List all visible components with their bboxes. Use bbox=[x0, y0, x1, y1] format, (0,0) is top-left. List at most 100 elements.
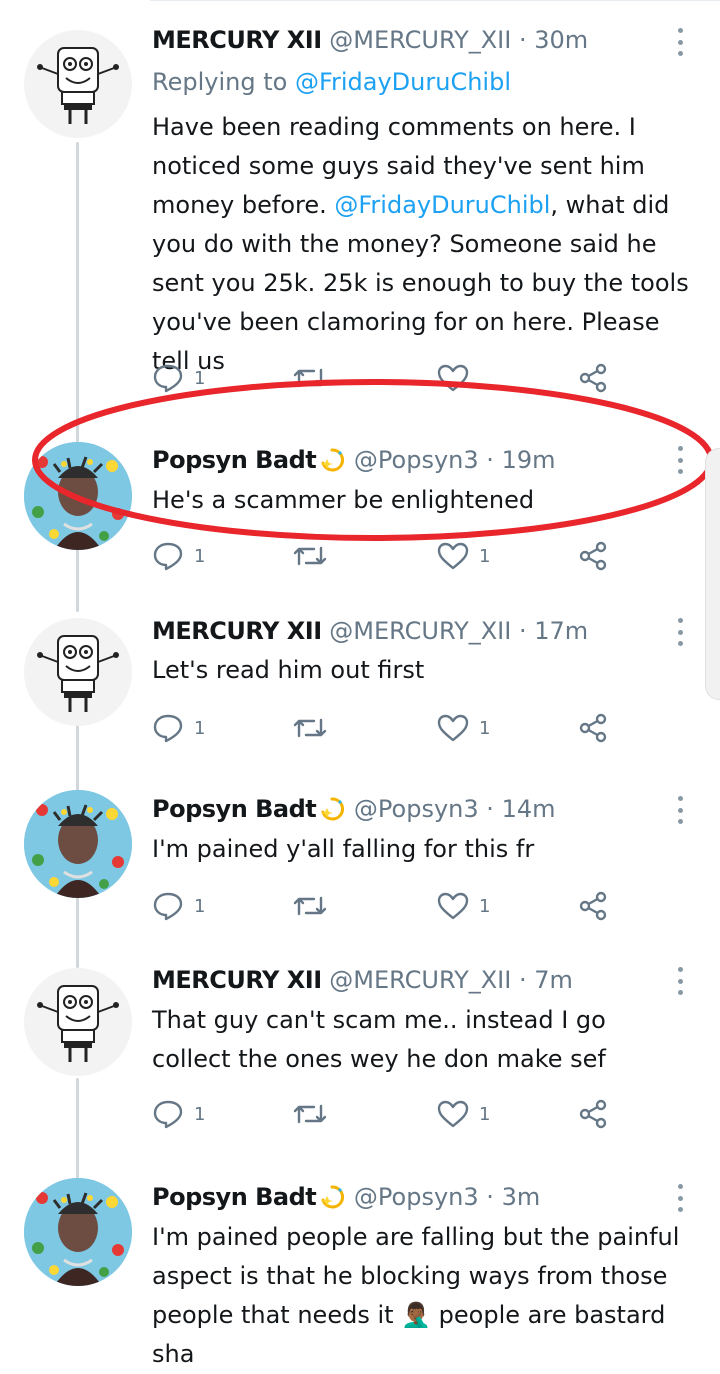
user-handle[interactable]: @MERCURY_XII bbox=[329, 966, 511, 994]
separator-dot: · bbox=[486, 446, 494, 474]
like-count: 1 bbox=[479, 717, 491, 739]
dizzy-emoji-icon bbox=[321, 448, 345, 472]
more-vertical-icon[interactable] bbox=[670, 963, 690, 999]
like-button[interactable]: 1 bbox=[437, 706, 490, 750]
separator-dot: · bbox=[486, 1183, 494, 1211]
share-button[interactable] bbox=[577, 1092, 609, 1136]
reply-button[interactable]: 1 bbox=[152, 884, 205, 928]
retweet-button[interactable] bbox=[292, 356, 338, 400]
timestamp[interactable]: 3m bbox=[502, 1183, 541, 1211]
tweet-actions: 1 1 bbox=[152, 884, 622, 928]
reply-button[interactable]: 1 bbox=[152, 356, 205, 400]
timestamp[interactable]: 30m bbox=[534, 26, 588, 54]
tweet-text: That guy can't scam me.. instead I go co… bbox=[152, 1006, 614, 1073]
retweet-icon bbox=[293, 718, 327, 738]
retweet-icon bbox=[293, 896, 327, 916]
separator-dot: · bbox=[518, 26, 527, 54]
user-handle[interactable]: @MERCURY_XII bbox=[329, 617, 511, 645]
share-button[interactable] bbox=[577, 706, 609, 750]
avatar[interactable] bbox=[24, 968, 132, 1076]
user-handle[interactable]: @MERCURY_XII bbox=[329, 26, 511, 54]
user-handle[interactable]: @Popsyn3 bbox=[354, 1183, 479, 1211]
tweet-text: I'm pained people are falling but the pa… bbox=[152, 1223, 688, 1368]
share-icon bbox=[579, 1099, 607, 1129]
display-name[interactable]: MERCURY XII bbox=[152, 966, 322, 994]
dizzy-emoji-icon bbox=[321, 1185, 345, 1209]
more-vertical-icon[interactable] bbox=[670, 24, 690, 60]
heart-icon bbox=[437, 1100, 469, 1128]
display-name[interactable]: MERCURY XII bbox=[152, 617, 322, 645]
tweet-header: MERCURY XII @MERCURY_XII · 7m bbox=[152, 960, 660, 1000]
spongebob-avatar-image bbox=[37, 635, 119, 712]
scroll-edge-handle[interactable] bbox=[705, 448, 720, 700]
spongebob-avatar-image bbox=[37, 985, 119, 1062]
display-name[interactable]: Popsyn Badt bbox=[152, 446, 317, 474]
heart-icon bbox=[437, 364, 469, 392]
reply-button[interactable]: 1 bbox=[152, 534, 205, 578]
tweet-header: Popsyn Badt @Popsyn3 · 19m bbox=[152, 440, 660, 480]
reply-icon bbox=[153, 1100, 183, 1129]
avatar[interactable] bbox=[24, 790, 132, 898]
share-button[interactable] bbox=[577, 884, 609, 928]
popsyn-avatar-image bbox=[24, 1178, 132, 1286]
reply-icon bbox=[153, 714, 183, 743]
heart-icon bbox=[437, 542, 469, 570]
tweet-text: He's a scammer be enlightened bbox=[152, 486, 535, 514]
tweet-actions: 1 bbox=[152, 356, 622, 400]
reply-button[interactable]: 1 bbox=[152, 706, 205, 750]
tweet-header: Popsyn Badt @Popsyn3 · 14m bbox=[152, 789, 660, 829]
tweet-text: I'm pained y'all falling for this fr bbox=[152, 835, 535, 863]
reply-icon bbox=[153, 542, 183, 571]
like-button[interactable] bbox=[437, 356, 479, 400]
more-vertical-icon[interactable] bbox=[670, 614, 690, 650]
display-name[interactable]: Popsyn Badt bbox=[152, 795, 317, 823]
like-count: 1 bbox=[479, 895, 491, 917]
user-handle[interactable]: @Popsyn3 bbox=[354, 795, 479, 823]
share-icon bbox=[579, 891, 607, 921]
popsyn-avatar-image bbox=[24, 442, 132, 550]
timestamp[interactable]: 7m bbox=[534, 966, 573, 994]
share-button[interactable] bbox=[577, 534, 609, 578]
retweet-icon bbox=[293, 546, 327, 566]
retweet-button[interactable] bbox=[292, 1092, 338, 1136]
tweet-text: Let's read him out first bbox=[152, 656, 425, 684]
share-button[interactable] bbox=[577, 356, 609, 400]
avatar[interactable] bbox=[24, 618, 132, 726]
display-name[interactable]: MERCURY XII bbox=[152, 26, 322, 54]
share-icon bbox=[579, 713, 607, 743]
heart-icon bbox=[437, 714, 469, 742]
more-vertical-icon[interactable] bbox=[670, 792, 690, 828]
user-handle[interactable]: @Popsyn3 bbox=[354, 446, 479, 474]
display-name[interactable]: Popsyn Badt bbox=[152, 1183, 317, 1211]
avatar[interactable] bbox=[24, 442, 132, 550]
retweet-button[interactable] bbox=[292, 534, 338, 578]
retweet-button[interactable] bbox=[292, 706, 338, 750]
tweet-text: Have been reading comments on here. I no… bbox=[152, 108, 692, 381]
retweet-button[interactable] bbox=[292, 884, 338, 928]
reply-count: 1 bbox=[194, 717, 206, 739]
more-vertical-icon[interactable] bbox=[670, 442, 690, 478]
like-button[interactable]: 1 bbox=[437, 884, 490, 928]
timestamp[interactable]: 19m bbox=[502, 446, 556, 474]
tweet-header: Popsyn Badt @Popsyn3 · 3m bbox=[152, 1177, 660, 1217]
tweet[interactable]: MERCURY XII @MERCURY_XII · 30m Replying … bbox=[0, 0, 720, 410]
reply-count: 1 bbox=[194, 367, 206, 389]
timestamp[interactable]: 14m bbox=[502, 795, 556, 823]
share-icon bbox=[579, 363, 607, 393]
tweet-header: MERCURY XII @MERCURY_XII · 17m bbox=[152, 611, 660, 651]
timestamp[interactable]: 17m bbox=[534, 617, 588, 645]
avatar[interactable] bbox=[24, 30, 132, 138]
like-button[interactable]: 1 bbox=[437, 534, 490, 578]
avatar[interactable] bbox=[24, 1178, 132, 1286]
reply-button[interactable]: 1 bbox=[152, 1092, 205, 1136]
mention-link[interactable]: @FridayDuruChibl bbox=[334, 191, 550, 219]
reply-icon bbox=[153, 892, 183, 921]
more-vertical-icon[interactable] bbox=[670, 1180, 690, 1216]
mention-link[interactable]: @FridayDuruChibl bbox=[295, 68, 511, 96]
retweet-icon bbox=[293, 368, 327, 388]
separator-dot: · bbox=[518, 966, 527, 994]
like-count: 1 bbox=[479, 1103, 491, 1125]
like-button[interactable]: 1 bbox=[437, 1092, 490, 1136]
separator-dot: · bbox=[486, 795, 494, 823]
popsyn-avatar-image bbox=[24, 790, 132, 898]
